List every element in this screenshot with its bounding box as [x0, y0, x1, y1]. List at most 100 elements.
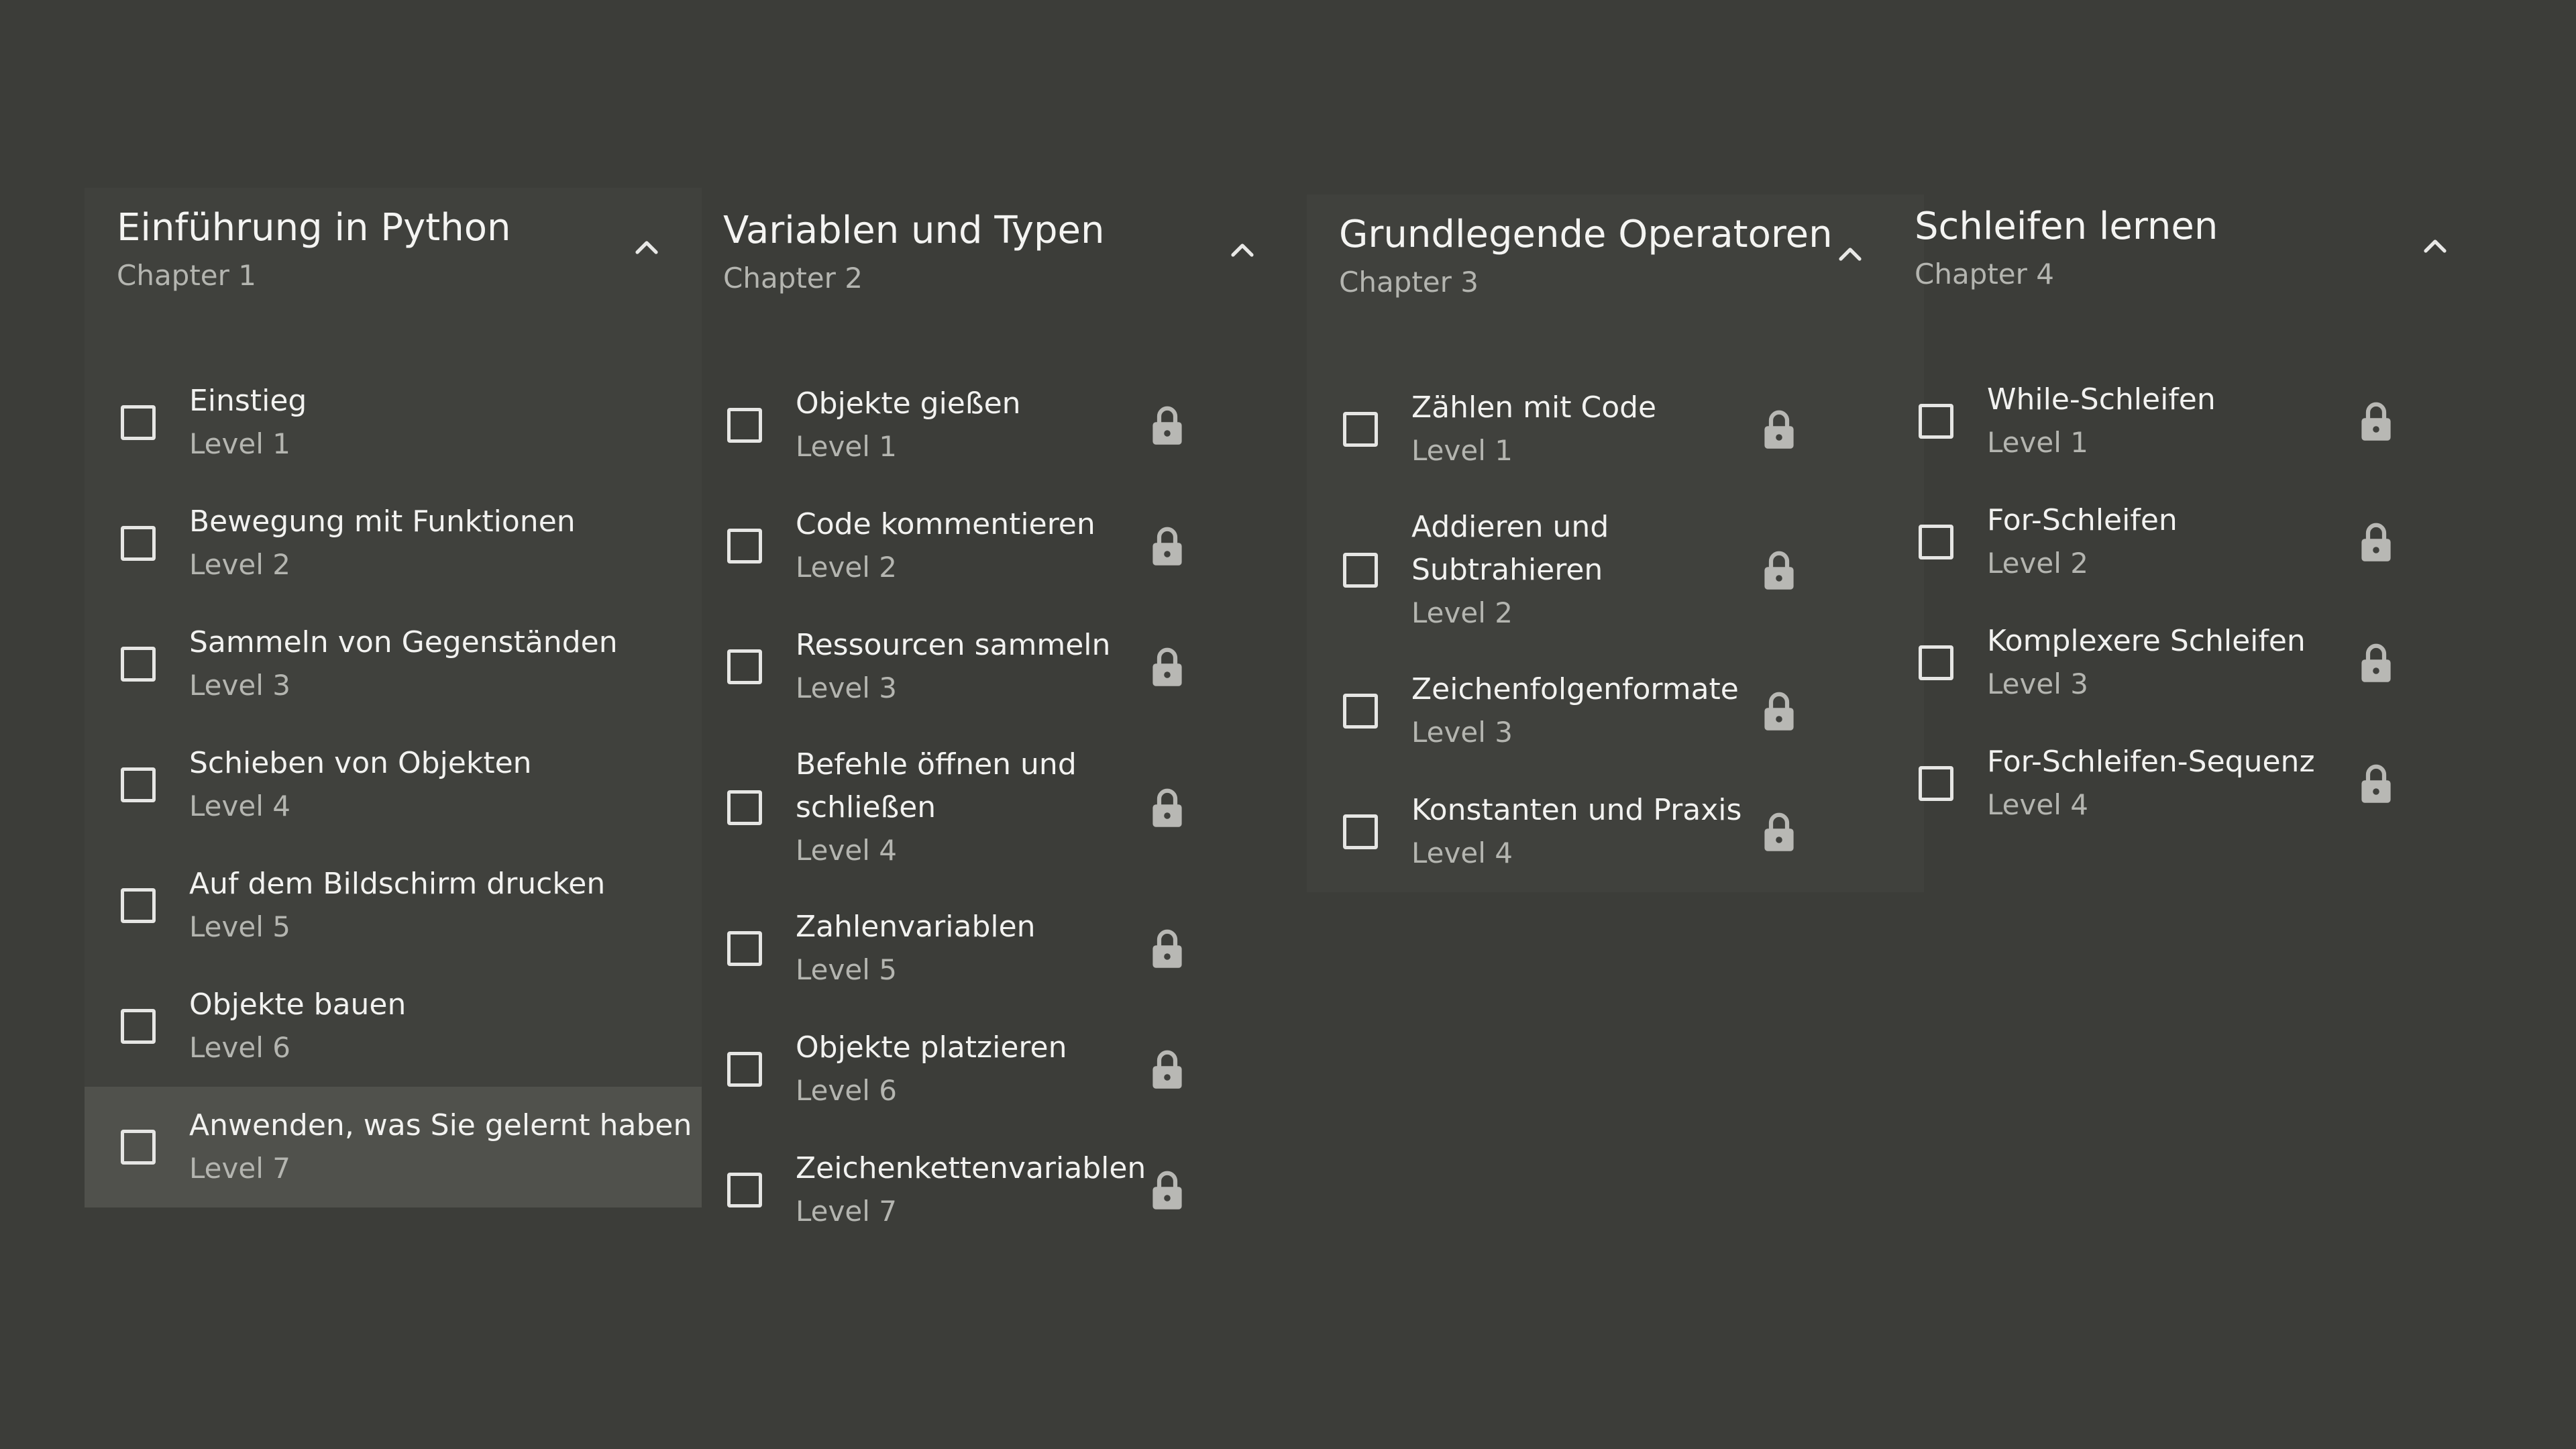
- lesson-item[interactable]: Code kommentieren Level 2: [691, 486, 1308, 606]
- lesson-item[interactable]: Zeichenkettenvariablen Level 7: [691, 1130, 1308, 1250]
- checkbox-unchecked-icon[interactable]: [727, 931, 762, 966]
- lesson-text: While-Schleifen Level 1: [1987, 378, 2357, 464]
- checkbox-unchecked-icon[interactable]: [1343, 553, 1378, 588]
- lesson-level: Level 4: [1411, 837, 1513, 869]
- lesson-name: Befehle öffnen und schließen: [796, 747, 1077, 824]
- lesson-item[interactable]: For-Schleifen Level 2: [1882, 482, 2500, 602]
- chevron-up-icon[interactable]: [2414, 224, 2457, 267]
- checkbox-unchecked-icon[interactable]: [1919, 766, 1953, 801]
- lesson-item[interactable]: Zeichenfolgenformate Level 3: [1307, 651, 1924, 771]
- chevron-up-icon[interactable]: [1221, 228, 1264, 271]
- chapter-board: Einführung in Python Chapter 1 Einstieg Lev…: [0, 0, 2576, 1449]
- checkbox-unchecked-icon[interactable]: [121, 1130, 156, 1165]
- lesson-level: Level 6: [796, 1074, 897, 1107]
- lesson-item[interactable]: Sammeln von Gegenständen Level 3: [85, 604, 702, 724]
- lesson-name: Einstieg: [189, 384, 307, 418]
- lesson-item[interactable]: Ressourcen sammeln Level 3: [691, 606, 1308, 727]
- checkbox-unchecked-icon[interactable]: [727, 529, 762, 564]
- lesson-text: Konstanten und Praxis Level 4: [1411, 789, 1760, 875]
- checkbox-unchecked-icon[interactable]: [1919, 645, 1953, 680]
- checkbox-unchecked-icon[interactable]: [727, 649, 762, 684]
- lesson-text: For-Schleifen Level 2: [1987, 499, 2357, 585]
- lesson-text: Zählen mit Code Level 1: [1411, 386, 1760, 472]
- lesson-name: Objekte platzieren: [796, 1030, 1067, 1065]
- lesson-item[interactable]: While-Schleifen Level 1: [1882, 361, 2500, 482]
- lock-icon: [1151, 526, 1183, 566]
- lesson-level: Level 3: [1987, 667, 2088, 700]
- checkbox-unchecked-icon[interactable]: [121, 647, 156, 682]
- lesson-text: Zeichenkettenvariablen Level 7: [796, 1147, 1148, 1233]
- lesson-name: Objekte bauen: [189, 987, 407, 1022]
- chapter-column-4: Schleifen lernen Chapter 4 While-Schleifen…: [1882, 186, 2500, 844]
- lock-icon: [1763, 550, 1795, 590]
- checkbox-unchecked-icon[interactable]: [727, 408, 762, 443]
- lesson-level: Level 3: [189, 669, 290, 702]
- chevron-up-icon[interactable]: [1829, 232, 1872, 275]
- lesson-name: Addieren und Subtrahieren: [1411, 510, 1609, 587]
- lesson-name: Schieben von Objekten: [189, 746, 532, 780]
- lock-icon: [2360, 522, 2392, 562]
- lesson-text: Objekte gießen Level 1: [796, 382, 1148, 468]
- lesson-name: Objekte gießen: [796, 386, 1021, 421]
- lesson-name: Anwenden, was Sie gelernt haben: [189, 1108, 692, 1142]
- checkbox-unchecked-icon[interactable]: [1919, 404, 1953, 439]
- lesson-list: Objekte gießen Level 1 Code kommentieren Le…: [691, 365, 1308, 1250]
- chapter-title: Schleifen lernen: [1915, 205, 2218, 248]
- lock-icon: [1763, 691, 1795, 731]
- chapter-subtitle: Chapter 1: [117, 259, 256, 292]
- checkbox-unchecked-icon[interactable]: [727, 1173, 762, 1208]
- lock-icon: [1763, 812, 1795, 852]
- lesson-item[interactable]: Addieren und Subtrahieren Level 2: [1307, 490, 1924, 651]
- chapter-header[interactable]: Einführung in Python Chapter 1: [85, 188, 702, 362]
- checkbox-unchecked-icon[interactable]: [1343, 814, 1378, 849]
- lesson-item[interactable]: Befehle öffnen und schließen Level 4: [691, 727, 1308, 888]
- lesson-level: Level 3: [1411, 716, 1513, 749]
- lesson-text: Bewegung mit Funktionen Level 2: [189, 500, 702, 586]
- lesson-text: For-Schleifen-Sequenz Level 4: [1987, 741, 2357, 826]
- lesson-level: Level 2: [189, 548, 290, 581]
- lesson-item[interactable]: Zahlenvariablen Level 5: [691, 888, 1308, 1009]
- lesson-name: Zahlenvariablen: [796, 910, 1036, 944]
- chapter-header[interactable]: Variablen und Typen Chapter 2: [691, 191, 1308, 365]
- lesson-item[interactable]: Konstanten und Praxis Level 4: [1307, 771, 1924, 892]
- lesson-item[interactable]: Schieben von Objekten Level 4: [85, 724, 702, 845]
- checkbox-unchecked-icon[interactable]: [727, 1052, 762, 1087]
- lesson-list: While-Schleifen Level 1 For-Schleifen Level…: [1882, 361, 2500, 844]
- lesson-level: Level 1: [1987, 426, 2088, 459]
- lesson-item[interactable]: Objekte gießen Level 1: [691, 365, 1308, 486]
- checkbox-unchecked-icon[interactable]: [1343, 412, 1378, 447]
- lesson-name: Bewegung mit Funktionen: [189, 504, 576, 539]
- lesson-text: Befehle öffnen und schließen Level 4: [796, 743, 1148, 872]
- chapter-column-2: Variablen und Typen Chapter 2 Objekte gieß…: [691, 191, 1308, 1250]
- lesson-item[interactable]: Zählen mit Code Level 1: [1307, 369, 1924, 490]
- lesson-item[interactable]: Bewegung mit Funktionen Level 2: [85, 483, 702, 604]
- checkbox-unchecked-icon[interactable]: [1919, 525, 1953, 559]
- lesson-item[interactable]: Objekte platzieren Level 6: [691, 1009, 1308, 1130]
- lesson-item[interactable]: Auf dem Bildschirm drucken Level 5: [85, 845, 702, 966]
- lesson-text: Zeichenfolgenformate Level 3: [1411, 668, 1760, 754]
- lesson-item[interactable]: Objekte bauen Level 6: [85, 966, 702, 1087]
- lesson-name: Zählen mit Code: [1411, 390, 1657, 425]
- lesson-text: Anwenden, was Sie gelernt haben Level 7: [189, 1104, 702, 1190]
- lesson-name: Auf dem Bildschirm drucken: [189, 867, 606, 901]
- lesson-text: Code kommentieren Level 2: [796, 503, 1148, 589]
- checkbox-unchecked-icon[interactable]: [121, 888, 156, 923]
- chapter-title: Einführung in Python: [117, 206, 511, 250]
- lesson-name: For-Schleifen-Sequenz: [1987, 745, 2315, 779]
- checkbox-unchecked-icon[interactable]: [121, 767, 156, 802]
- lesson-level: Level 1: [189, 427, 290, 460]
- lesson-item[interactable]: Komplexere Schleifen Level 3: [1882, 602, 2500, 723]
- checkbox-unchecked-icon[interactable]: [121, 405, 156, 440]
- checkbox-unchecked-icon[interactable]: [1343, 694, 1378, 729]
- lesson-item[interactable]: Anwenden, was Sie gelernt haben Level 7: [85, 1087, 702, 1208]
- checkbox-unchecked-icon[interactable]: [121, 1009, 156, 1044]
- checkbox-unchecked-icon[interactable]: [727, 790, 762, 825]
- lesson-level: Level 7: [796, 1195, 897, 1228]
- lesson-item[interactable]: Einstieg Level 1: [85, 362, 702, 483]
- chapter-header[interactable]: Grundlegende Operatoren Chapter 3: [1307, 195, 1924, 369]
- lesson-item[interactable]: For-Schleifen-Sequenz Level 4: [1882, 723, 2500, 844]
- lesson-name: While-Schleifen: [1987, 382, 2216, 417]
- chapter-header[interactable]: Schleifen lernen Chapter 4: [1882, 186, 2500, 361]
- chevron-up-icon[interactable]: [625, 225, 668, 268]
- checkbox-unchecked-icon[interactable]: [121, 526, 156, 561]
